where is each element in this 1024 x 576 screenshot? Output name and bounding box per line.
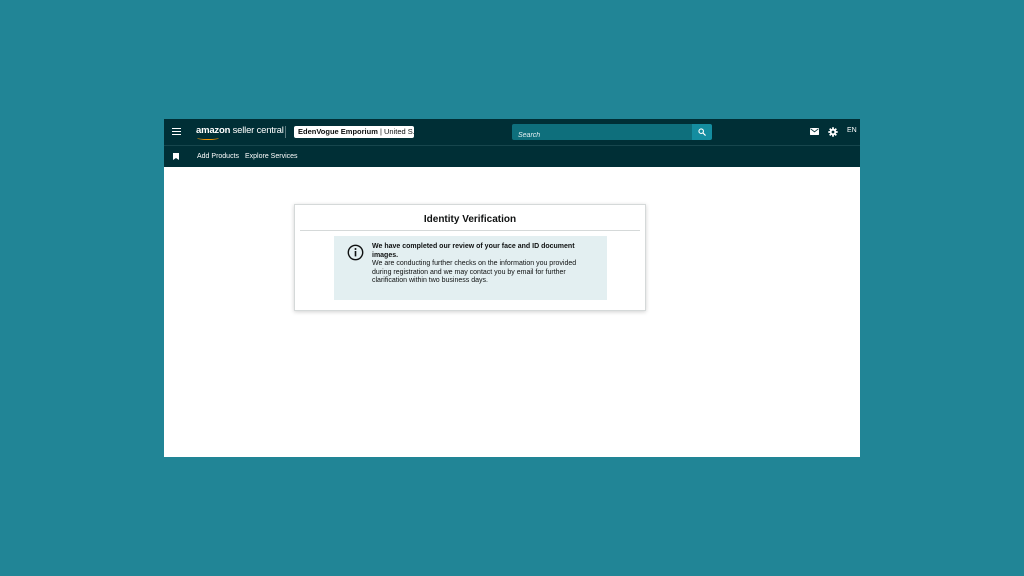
gear-icon[interactable]: [828, 127, 838, 137]
identity-verification-card: Identity Verification We have completed …: [294, 204, 646, 311]
account-switcher[interactable]: EdenVogue Emporium | United S...: [294, 126, 414, 138]
seller-central-window: amazon seller central EdenVogue Emporium…: [164, 119, 860, 457]
search-button[interactable]: [692, 124, 712, 140]
info-icon: [347, 244, 364, 261]
top-navigation-bar: amazon seller central EdenVogue Emporium…: [164, 119, 860, 145]
card-title: Identity Verification: [423, 214, 517, 225]
search-box: [512, 124, 692, 144]
bookmark-icon[interactable]: [173, 153, 179, 160]
alert-body: We are conducting further checks on the …: [372, 260, 577, 285]
alert-message: We have completed our review of your fac…: [372, 243, 597, 286]
language-selector[interactable]: EN: [847, 127, 857, 134]
logo-brand: amazon: [196, 125, 231, 136]
search-icon: [698, 128, 706, 136]
store-region: United S...: [384, 127, 414, 136]
search-input[interactable]: [512, 127, 692, 144]
hamburger-menu-icon[interactable]: [172, 128, 181, 135]
info-alert: We have completed our review of your fac…: [334, 236, 607, 300]
mail-icon[interactable]: [810, 128, 819, 135]
subnav-link-explore-services[interactable]: Explore Services: [245, 153, 298, 160]
subnav-link-add-products[interactable]: Add Products: [197, 153, 239, 160]
logo-product: seller central: [232, 125, 284, 136]
header-divider: [285, 126, 286, 138]
logo-smile-icon: [197, 136, 219, 140]
alert-heading: We have completed our review of your fac…: [372, 243, 575, 259]
store-name: EdenVogue Emporium: [298, 127, 378, 136]
card-divider: [300, 230, 640, 231]
amazon-seller-central-logo[interactable]: amazon seller central: [196, 125, 284, 136]
secondary-navigation-bar: Add Products Explore Services: [164, 145, 860, 167]
